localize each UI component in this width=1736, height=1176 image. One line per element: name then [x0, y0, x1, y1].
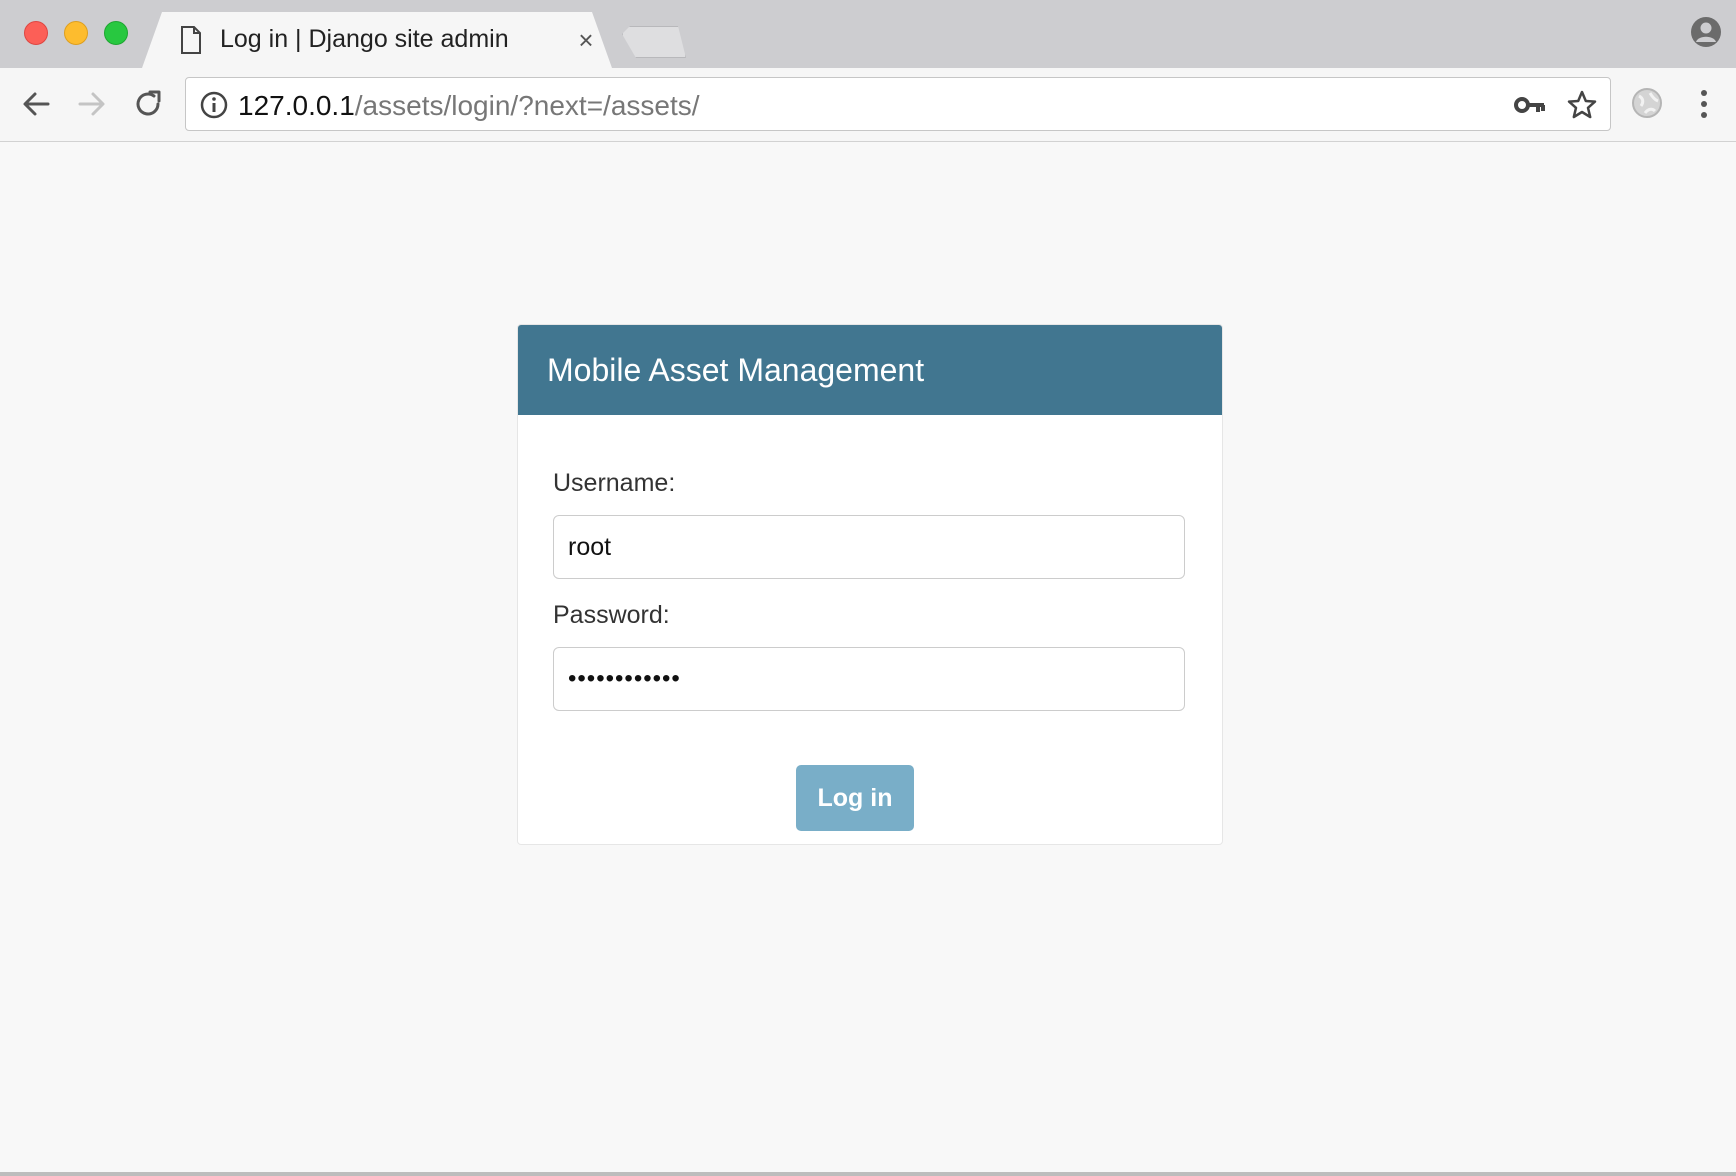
username-input[interactable]: root: [553, 515, 1185, 579]
password-input[interactable]: ••••••••••••: [553, 647, 1185, 711]
profile-icon[interactable]: [1690, 16, 1722, 48]
key-icon[interactable]: [1514, 92, 1546, 118]
window-minimize-button[interactable]: [64, 21, 88, 45]
new-tab-button[interactable]: [622, 26, 686, 58]
browser-window: Log in | Django site admin × 127.0.0.1/a…: [0, 0, 1736, 1176]
window-bottom-edge: [0, 1172, 1736, 1176]
page-content: Mobile Asset Management Username: root P…: [0, 142, 1736, 1176]
globe-extension-icon[interactable]: [1630, 86, 1664, 120]
back-arrow-icon[interactable]: [18, 86, 54, 122]
url-path: /assets/login/?next=/assets/: [354, 90, 700, 121]
document-icon: [181, 26, 201, 54]
login-button[interactable]: Log in: [796, 765, 914, 831]
tab-close-icon[interactable]: ×: [574, 26, 598, 54]
login-header: Mobile Asset Management: [518, 325, 1222, 415]
forward-arrow-icon[interactable]: [74, 86, 110, 122]
url-host: 127.0.0.1: [238, 90, 355, 121]
reload-icon[interactable]: [130, 86, 166, 122]
star-icon[interactable]: [1566, 89, 1598, 121]
window-close-button[interactable]: [24, 21, 48, 45]
url-text[interactable]: 127.0.0.1/assets/login/?next=/assets/: [238, 90, 700, 122]
address-bar[interactable]: 127.0.0.1/assets/login/?next=/assets/: [185, 77, 1611, 131]
password-label: Password:: [553, 601, 670, 629]
window-maximize-button[interactable]: [104, 21, 128, 45]
browser-toolbar: 127.0.0.1/assets/login/?next=/assets/: [0, 68, 1736, 142]
login-card: Mobile Asset Management Username: root P…: [517, 324, 1223, 845]
tab-title: Log in | Django site admin: [220, 25, 509, 53]
info-icon[interactable]: [200, 91, 228, 119]
kebab-menu-icon[interactable]: [1690, 86, 1718, 122]
site-name: Mobile Asset Management: [547, 352, 925, 388]
tab-strip: Log in | Django site admin ×: [0, 0, 1736, 68]
username-label: Username:: [553, 469, 676, 497]
